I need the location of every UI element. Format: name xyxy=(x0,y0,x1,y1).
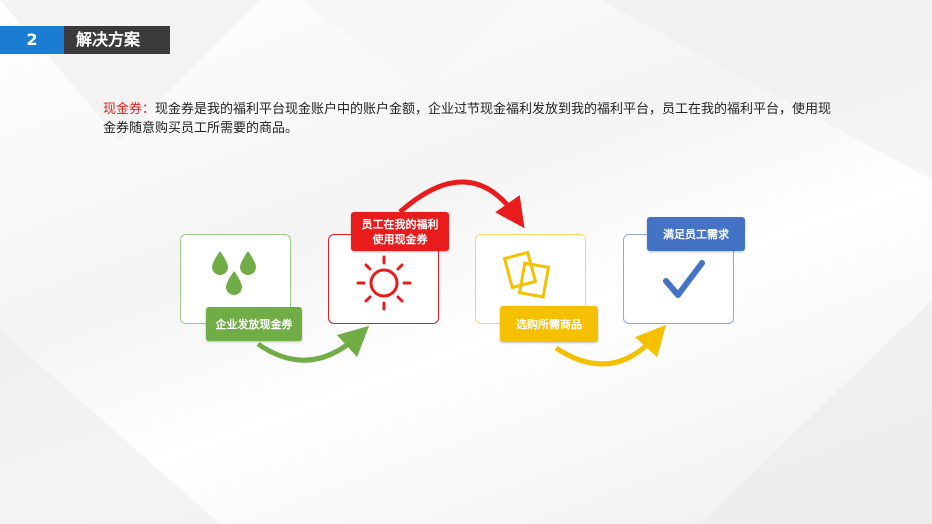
flow-arrows xyxy=(256,179,667,367)
water-drops-icon xyxy=(212,251,256,295)
cards-icon xyxy=(502,250,551,299)
step-label-2-line1: 员工在我的福利 xyxy=(361,217,439,231)
step-label-2: 员工在我的福利 使用现金券 xyxy=(351,212,449,251)
step-label-3: 选购所需商品 xyxy=(500,306,598,342)
step-label-4: 满足员工需求 xyxy=(647,217,745,251)
checkmark-icon xyxy=(663,260,705,298)
step-label-2-line2: 使用现金券 xyxy=(372,232,428,246)
arrow-red xyxy=(398,179,525,229)
step-label-1: 企业发放现金券 xyxy=(206,307,302,341)
sun-icon xyxy=(356,255,412,311)
